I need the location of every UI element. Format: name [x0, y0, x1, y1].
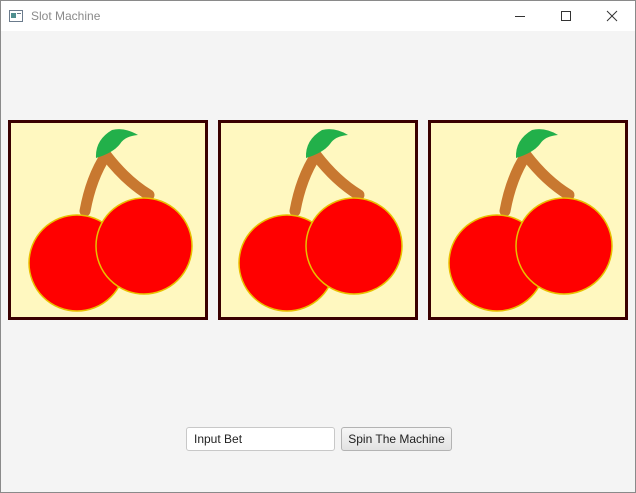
window-title: Slot Machine [31, 9, 101, 23]
bet-input[interactable] [186, 427, 335, 451]
app-icon [9, 10, 23, 22]
close-icon [606, 10, 618, 22]
cherry-icon [448, 129, 613, 312]
reel-3 [428, 120, 628, 320]
minimize-button[interactable] [497, 1, 543, 31]
close-button[interactable] [589, 1, 635, 31]
title-bar[interactable]: Slot Machine [1, 1, 635, 31]
maximize-icon [561, 11, 571, 21]
reel-2 [218, 120, 418, 320]
slot-machine-window: Slot Machine Input Bet Spin The Machine [0, 0, 636, 493]
minimize-icon [515, 16, 525, 17]
cherry-icon [28, 129, 193, 312]
reel-1 [8, 120, 208, 320]
maximize-button[interactable] [543, 1, 589, 31]
spin-button[interactable]: Spin The Machine [341, 427, 452, 451]
cherry-icon [238, 129, 403, 312]
